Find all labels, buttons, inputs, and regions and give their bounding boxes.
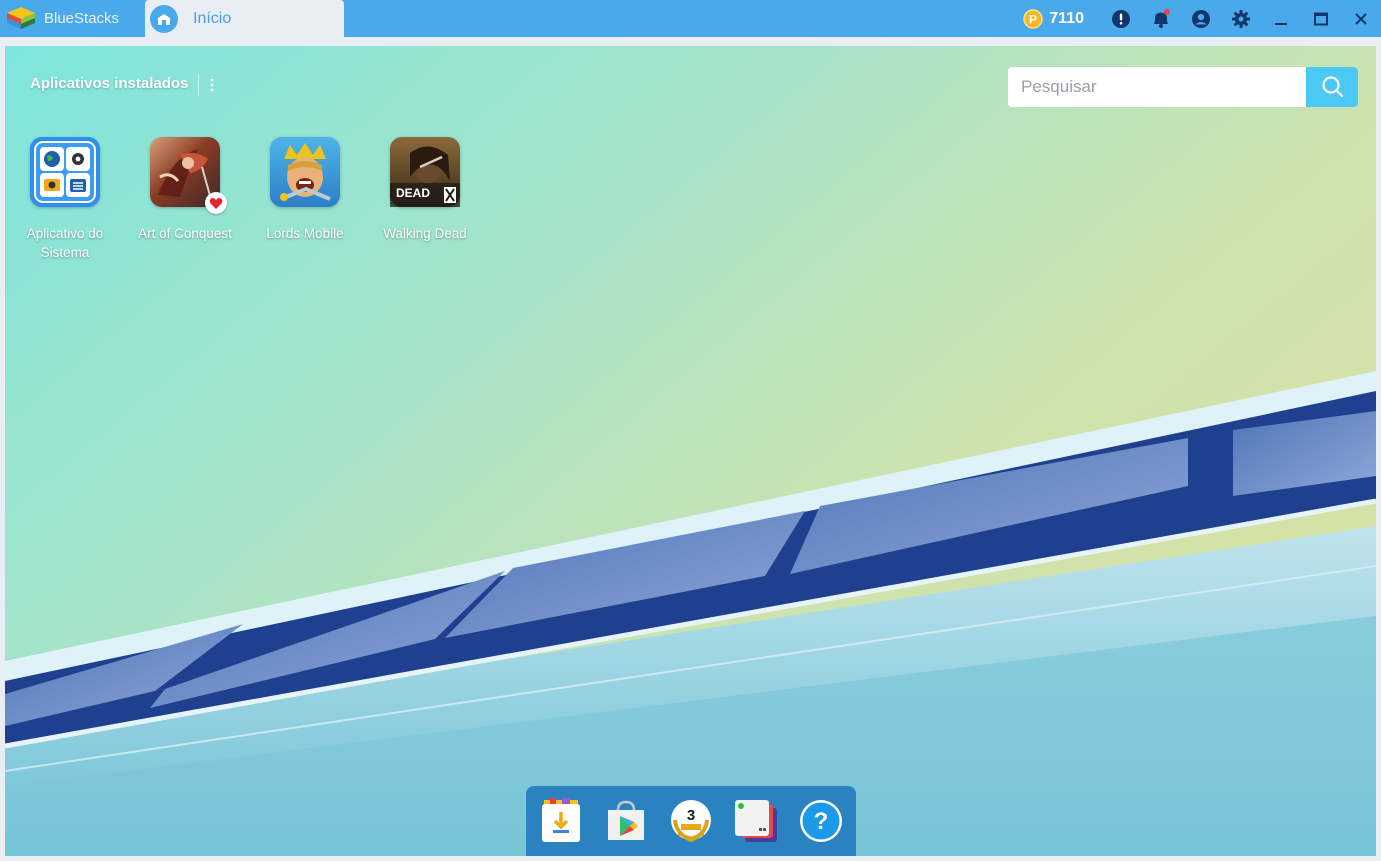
minimize-button[interactable]	[1261, 0, 1301, 37]
dock-play-store[interactable]	[603, 798, 649, 844]
dock-anniversary[interactable]: 3	[668, 798, 714, 844]
app-name: BlueStacks	[44, 9, 120, 27]
search-icon	[1322, 76, 1344, 98]
art-of-conquest-icon	[150, 137, 227, 214]
close-icon	[1355, 12, 1367, 25]
app-label: Aplicativo do Sistema	[26, 226, 104, 260]
search-button[interactable]	[1306, 67, 1358, 107]
home-icon	[150, 4, 178, 33]
dock: 3 ?	[526, 786, 856, 856]
app-label: Walking Dead	[383, 226, 467, 241]
app-system[interactable]: Aplicativo do Sistema	[5, 137, 125, 262]
anniversary-icon: 3	[671, 800, 711, 843]
dock-download-app[interactable]	[538, 798, 584, 844]
help-icon: ?	[800, 800, 842, 842]
app-label: Lords Mobile	[266, 226, 344, 241]
favorite-badge	[205, 192, 227, 214]
app-label: Art of Conquest	[138, 226, 232, 241]
help-glyph: ?	[814, 808, 829, 835]
walking-dead-art-text: DEAD	[396, 186, 430, 200]
notifications-button[interactable]	[1141, 0, 1181, 37]
maximize-icon	[1314, 12, 1328, 25]
search-box	[1008, 67, 1358, 107]
kebab-menu-icon	[210, 78, 214, 92]
heart-icon	[209, 197, 223, 209]
installed-apps-title: Aplicativos instalados	[30, 75, 189, 92]
lords-mobile-icon	[270, 137, 340, 207]
app-art-of-conquest[interactable]: Art of Conquest	[125, 137, 245, 262]
gear-icon	[1232, 9, 1250, 28]
anniversary-number: 3	[687, 807, 695, 824]
svg-text:P: P	[1029, 12, 1037, 26]
coin-count: 7110	[1049, 9, 1084, 27]
settings-button[interactable]	[1221, 0, 1261, 37]
header-divider	[198, 74, 199, 96]
installed-apps-grid: Aplicativo do Sistema Art of Conquest Lo…	[5, 137, 485, 262]
alert-icon	[1112, 9, 1130, 28]
search-input[interactable]	[1008, 67, 1306, 107]
minimize-icon	[1275, 22, 1287, 25]
more-options-button[interactable]	[202, 74, 222, 96]
brand: BlueStacks	[6, 4, 119, 32]
play-store-icon	[608, 800, 644, 840]
dock-help[interactable]: ?	[798, 798, 844, 844]
close-button[interactable]	[1341, 0, 1381, 37]
system-apps-icon	[30, 137, 100, 207]
app-lords-mobile[interactable]: Lords Mobile	[245, 137, 365, 262]
notice-button[interactable]	[1101, 0, 1141, 37]
multi-instance-icon	[735, 800, 777, 842]
home-screen: Aplicativos instalados Pesquisar Aplicat…	[5, 46, 1376, 856]
tab-home[interactable]: Início	[145, 0, 344, 37]
account-button[interactable]	[1181, 0, 1221, 37]
bluestacks-logo-icon	[7, 7, 35, 29]
app-walking-dead[interactable]: DEAD Walking Dead	[365, 137, 485, 262]
walking-dead-icon: DEAD	[390, 137, 460, 207]
user-icon	[1192, 9, 1210, 28]
bell-icon	[1154, 8, 1170, 28]
dock-multi-instance[interactable]	[733, 798, 779, 844]
tab-label: Início	[193, 9, 232, 27]
title-bar: BlueStacks Início P 7110	[0, 0, 1381, 37]
maximize-button[interactable]	[1301, 0, 1341, 37]
download-app-icon	[542, 798, 580, 842]
coin-icon: P	[1023, 8, 1044, 29]
coin-balance[interactable]: P 7110	[1023, 8, 1084, 29]
